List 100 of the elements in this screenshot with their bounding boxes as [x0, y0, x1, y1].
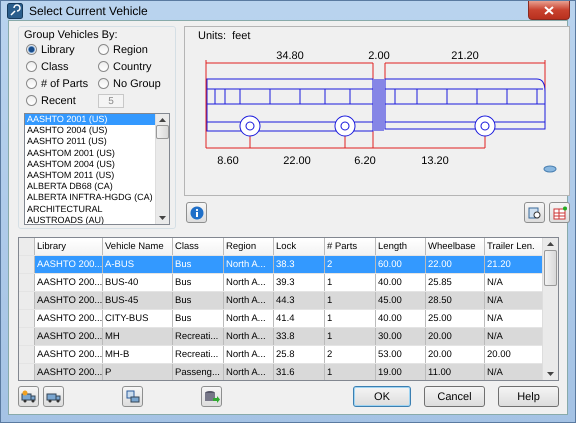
table-cell: 19.00 [376, 364, 426, 380]
table-cell: 1 [325, 310, 376, 327]
table-row[interactable]: AASHTO 200... P Passeng... North A... 31.6 1 19.00 11.00 N/A [19, 364, 542, 380]
dimension-label: 21.20 [451, 50, 479, 62]
scroll-up-icon[interactable] [159, 118, 166, 122]
scroll-down-icon[interactable] [547, 372, 554, 376]
table-cell: Bus [173, 256, 224, 273]
radio-option[interactable]: # of Parts [26, 77, 98, 90]
table-cell: 38.3 [274, 256, 325, 273]
dialog-button[interactable]: OK [353, 386, 411, 407]
table-cell: AASHTO 200... [35, 274, 103, 291]
table-cell: North A... [224, 346, 274, 363]
dialog-button[interactable]: Help [498, 386, 559, 407]
radio-option[interactable]: Library [26, 43, 98, 56]
new-vehicle-button[interactable] [18, 386, 39, 407]
table-cell: North A... [224, 328, 274, 345]
table-cell: Bus [173, 310, 224, 327]
library-item[interactable]: AASHTOM 2001 (US) [25, 148, 155, 159]
table-cell: 20.00 [426, 328, 485, 345]
library-item[interactable]: AASHTO 2004 (US) [25, 125, 155, 136]
radio-option[interactable]: Country [98, 60, 170, 73]
table-cell: North A... [224, 310, 274, 327]
scroll-down-icon[interactable] [159, 216, 166, 220]
table-cell: Recreati... [173, 328, 224, 345]
table-cell: North A... [224, 364, 274, 380]
table-cell: MH [103, 328, 173, 345]
table-cell: AASHTO 200... [35, 328, 103, 345]
dimension-label: 6.20 [354, 155, 376, 167]
info-icon [190, 206, 204, 220]
column-header[interactable]: Class [173, 238, 224, 255]
column-header[interactable]: Region [224, 238, 274, 255]
table-cell: 41.4 [274, 310, 325, 327]
magnifier-icon [528, 206, 542, 220]
library-item[interactable]: AASHTOM 2011 (US) [25, 170, 155, 182]
table-cell: 25.00 [426, 310, 485, 327]
column-header[interactable]: Vehicle Name [103, 238, 173, 255]
scrollbar[interactable] [155, 114, 169, 224]
zoom-preview-button[interactable] [524, 202, 545, 223]
table-cell: 39.3 [274, 274, 325, 291]
table-cell: 31.6 [274, 364, 325, 380]
table-cell: 11.00 [426, 364, 485, 380]
report-button[interactable] [549, 202, 570, 223]
library-item[interactable]: ALBERTA DB68 (CA) [25, 181, 155, 192]
radio-option[interactable]: Region [98, 43, 170, 56]
table-cell: BUS-40 [103, 274, 173, 291]
table-row[interactable]: AASHTO 200... BUS-40 Bus North A... 39.3 1 40.00 25.85 N/A [19, 274, 542, 292]
table-row[interactable]: AASHTO 200... BUS-45 Bus North A... 44.3 1 45.00 28.50 N/A [19, 292, 542, 310]
library-item[interactable]: ALBERTA INFTRA-HGDG (CA) [25, 192, 155, 204]
radio-option[interactable]: Class [26, 60, 98, 73]
dimension-label: 34.80 [276, 50, 304, 62]
library-item[interactable]: AASHTOM 2004 (US) [25, 158, 155, 170]
radio-option[interactable]: Recent [26, 94, 98, 107]
copy-vehicle-button[interactable] [122, 386, 143, 407]
column-header[interactable]: Lock [274, 238, 325, 255]
edit-vehicle-button[interactable] [43, 386, 64, 407]
table-cell: Recreati... [173, 346, 224, 363]
dimension-label: 22.00 [283, 155, 311, 167]
radio-option[interactable]: No Group [98, 77, 170, 90]
export-database-button[interactable] [201, 386, 222, 407]
units-label: Units: [198, 30, 226, 42]
table-cell: 45.00 [376, 292, 426, 309]
table-row[interactable]: AASHTO 200... MH-B Recreati... North A... 25.8 2 53.00 20.00 20.00 [19, 346, 542, 364]
column-header[interactable]: Wheelbase [426, 238, 485, 255]
column-header[interactable]: Length [376, 238, 426, 255]
dialog-button[interactable]: Cancel [424, 386, 485, 407]
table-cell: A-BUS [103, 256, 173, 273]
table-row[interactable]: AASHTO 200... CITY-BUS Bus North A... 41.4 1 40.00 25.00 N/A [19, 310, 542, 328]
table-cell: AASHTO 200... [35, 364, 103, 380]
table-cell: 30.00 [376, 328, 426, 345]
scroll-thumb[interactable] [156, 125, 169, 139]
group-label: Group Vehicles By: [24, 29, 119, 41]
column-header[interactable]: Library [35, 238, 103, 255]
column-header[interactable]: # Parts [325, 238, 376, 255]
info-button[interactable] [186, 202, 207, 223]
table-cell: 1 [325, 274, 376, 291]
table-row[interactable]: AASHTO 200... MH Recreati... North A... 33.8 1 30.00 20.00 N/A [19, 328, 542, 346]
library-item[interactable]: AASHTO 2011 (US) [25, 136, 155, 148]
close-icon [544, 6, 554, 14]
scroll-up-icon[interactable] [547, 242, 554, 246]
table-cell: Bus [173, 292, 224, 309]
table-cell: 53.00 [376, 346, 426, 363]
table-cell: 1 [325, 364, 376, 380]
table-cell: 33.8 [274, 328, 325, 345]
dimension-label: 2.00 [368, 50, 390, 62]
table-icon [552, 206, 566, 220]
table-cell: CITY-BUS [103, 310, 173, 327]
table-cell: 40.00 [376, 310, 426, 327]
table-cell: North A... [224, 292, 274, 309]
units-value: feet [232, 30, 250, 42]
window-title: Select Current Vehicle [29, 4, 149, 18]
table-cell: 2 [325, 256, 376, 273]
view-icon[interactable] [544, 166, 556, 172]
close-button[interactable] [528, 1, 570, 20]
table-cell: 28.50 [426, 292, 485, 309]
table-cell: 1 [325, 328, 376, 345]
table-cell: 44.3 [274, 292, 325, 309]
scroll-thumb[interactable] [544, 250, 557, 286]
table-cell: 25.8 [274, 346, 325, 363]
library-item[interactable]: ARCHITECTURAL [25, 204, 155, 215]
table-scrollbar[interactable] [542, 238, 558, 380]
